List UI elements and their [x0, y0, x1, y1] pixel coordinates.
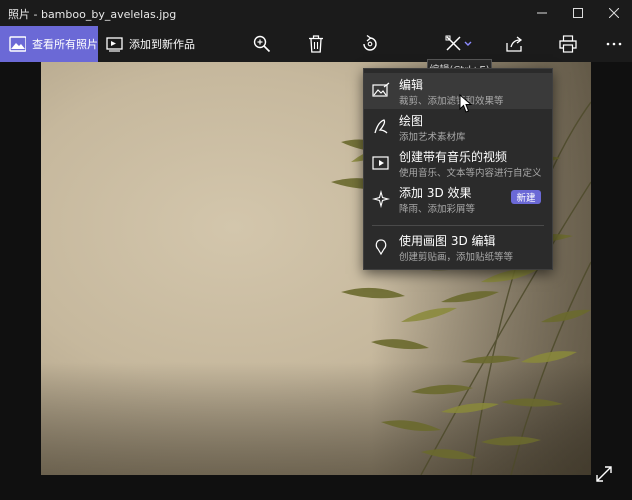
new-badge: 新建 — [511, 190, 541, 204]
menu-item-title: 使用画图 3D 编辑 — [399, 234, 496, 248]
view-all-photos-label: 查看所有照片 — [32, 38, 98, 51]
sparkle-3d-icon — [372, 190, 390, 208]
edit-photo-icon — [372, 82, 390, 97]
edit-create-menu: 编辑 裁剪、添加滤镜和效果等 绘图 添加艺术素材库 创建带有音乐的视频 使用音乐… — [363, 68, 553, 270]
add-to-creation-button[interactable]: 添加到新作品 — [106, 26, 195, 62]
menu-item-title: 绘图 — [399, 114, 424, 128]
rotate-icon — [363, 35, 377, 51]
menu-item-title: 添加 3D 效果 — [399, 186, 472, 200]
close-icon — [609, 8, 619, 18]
photos-icon — [9, 36, 26, 52]
more-button[interactable] — [596, 26, 632, 62]
edit-create-icon — [445, 35, 472, 51]
menu-item-subtitle: 降雨、添加彩屑等 — [399, 204, 476, 215]
title-bar: 照片 - bamboo_by_avelelas.jpg — [0, 0, 632, 26]
maximize-icon — [573, 8, 583, 18]
rotate-button[interactable] — [352, 26, 388, 62]
delete-button[interactable] — [298, 26, 334, 62]
edit-create-button[interactable] — [440, 26, 480, 62]
mouse-pointer-icon — [459, 94, 473, 113]
share-button[interactable] — [496, 26, 532, 62]
maximize-button[interactable] — [558, 0, 598, 26]
window-title: 照片 - bamboo_by_avelelas.jpg — [8, 8, 177, 21]
add-creation-icon — [106, 36, 123, 52]
draw-icon — [374, 119, 388, 134]
menu-item-subtitle: 创建剪贴画，添加贴纸等等 — [399, 252, 514, 263]
menu-item-title: 创建带有音乐的视频 — [399, 150, 508, 164]
close-button[interactable] — [594, 0, 632, 26]
view-all-photos-button[interactable]: 查看所有照片 — [0, 26, 98, 62]
zoom-icon — [253, 35, 271, 53]
minimize-button[interactable] — [522, 0, 562, 26]
print-icon — [559, 35, 577, 53]
paint3d-icon — [375, 239, 387, 256]
menu-item-edit[interactable]: 编辑 裁剪、添加滤镜和效果等 — [364, 73, 552, 109]
print-button[interactable] — [550, 26, 586, 62]
menu-item-subtitle: 裁剪、添加滤镜和效果等 — [399, 96, 504, 107]
menu-item-subtitle: 添加艺术素材库 — [399, 132, 466, 143]
menu-item-video[interactable]: 创建带有音乐的视频 使用音乐、文本等内容进行自定义 — [364, 145, 552, 181]
fullscreen-button[interactable] — [594, 464, 614, 484]
menu-item-draw[interactable]: 绘图 添加艺术素材库 — [364, 109, 552, 145]
menu-item-title: 编辑 — [399, 78, 424, 92]
expand-icon — [596, 466, 612, 482]
menu-item-paint3d[interactable]: 使用画图 3D 编辑 创建剪贴画，添加贴纸等等 — [364, 229, 552, 265]
menu-item-3d-effects[interactable]: 添加 3D 效果 降雨、添加彩屑等 新建 — [364, 181, 552, 217]
video-icon — [372, 156, 389, 170]
delete-icon — [309, 35, 323, 53]
menu-item-subtitle: 使用音乐、文本等内容进行自定义 — [399, 168, 542, 179]
zoom-button[interactable] — [244, 26, 280, 62]
minimize-icon — [537, 12, 547, 14]
add-to-creation-label: 添加到新作品 — [129, 38, 195, 51]
menu-divider — [372, 225, 544, 226]
more-icon — [606, 42, 622, 46]
toolbar: 查看所有照片 添加到新作品 — [0, 26, 632, 62]
share-icon — [506, 36, 523, 52]
